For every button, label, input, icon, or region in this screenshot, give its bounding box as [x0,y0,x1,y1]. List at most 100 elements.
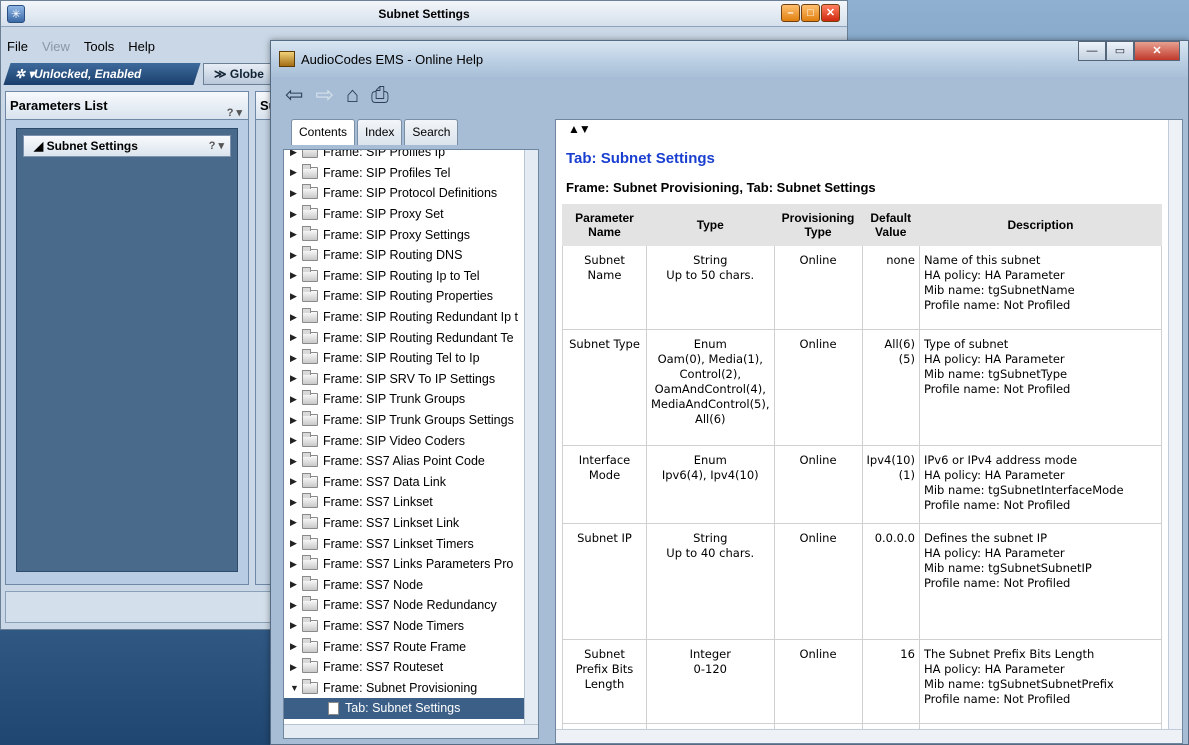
expand-arrow-icon[interactable]: ▶ [290,456,300,467]
tree-item[interactable]: ▶ Frame: SIP Routing Tel to Ip [284,348,538,369]
expand-arrow-icon[interactable]: ▶ [290,332,300,343]
tree-item[interactable]: ▶ Frame: SIP Routing Redundant Te [284,327,538,348]
help-menu-icon[interactable]: ? ▾ [209,136,224,156]
prev-next-arrows[interactable]: ▲▼ [568,122,591,136]
description-cell: IPv6 or IPv4 address mode HA policy: HA … [918,445,1163,524]
expand-arrow-icon[interactable]: ▶ [290,291,300,302]
folder-icon [302,472,318,488]
expand-arrow-icon[interactable]: ▶ [290,188,300,199]
tree-item-selected[interactable]: Tab: Subnet Settings [284,698,538,719]
expand-arrow-icon[interactable]: ▶ [290,373,300,384]
expand-arrow-icon[interactable]: ▼ [290,683,300,693]
help-menu-icon[interactable]: ? ▾ [227,99,242,127]
expand-arrow-icon[interactable]: ▶ [290,620,300,631]
tree-item[interactable]: ▶ Frame: SIP Routing Redundant Ip t [284,307,538,328]
tree-item[interactable]: ▶ Frame: SS7 Links Parameters Pro [284,554,538,575]
maximize-button[interactable]: □ [801,4,820,22]
tree-item[interactable]: ▶ Frame: SIP Routing Properties [284,286,538,307]
back-arrow-icon[interactable]: ⇦ [285,84,303,106]
close-button[interactable]: ✕ [821,4,840,22]
expand-arrow-icon[interactable]: ▶ [290,209,300,220]
tree-item[interactable]: ▶ Frame: SS7 Node [284,574,538,595]
tree-item[interactable]: ▶ Frame: SIP Protocol Definitions [284,183,538,204]
tree-item[interactable]: ▶ Frame: SS7 Alias Point Code [284,451,538,472]
menu-view[interactable]: View [42,39,70,54]
expand-arrow-icon[interactable]: ▶ [290,476,300,487]
tree-item-label: Frame: SIP Routing Redundant Te [323,330,514,345]
close-button[interactable]: ✕ [1134,41,1180,61]
tree-item-label: Frame: SS7 Alias Point Code [323,454,485,469]
folder-icon [302,163,318,179]
print-icon[interactable]: ⎙ [371,84,389,106]
expand-arrow-icon[interactable]: ▶ [290,579,300,590]
folder-icon [302,308,318,324]
tree-horizontal-scrollbar[interactable] [284,724,538,738]
expand-arrow-icon[interactable]: ▶ [290,538,300,549]
contents-tree: ▶ Frame: SIP Profiles Ip ▶ Frame: SIP Profi… [283,149,539,739]
tree-item[interactable]: ▶ Frame: SS7 Node Timers [284,616,538,637]
status-badge[interactable]: ✲ ▾ Unlocked, Enabled [3,63,201,85]
expand-arrow-icon[interactable]: ▶ [290,312,300,323]
expand-arrow-icon[interactable]: ▶ [290,250,300,261]
expand-arrow-icon[interactable]: ▶ [290,150,300,158]
subnet-settings-label: Subnet Settings [46,139,138,153]
tab-index[interactable]: Index [357,119,403,145]
description-cell: The Subnet Prefix Bits Length HA policy:… [918,639,1163,724]
expand-arrow-icon[interactable]: ▶ [290,415,300,426]
minimize-button[interactable]: — [1078,41,1106,61]
tree-item[interactable]: ▶ Frame: SIP Trunk Groups [284,389,538,410]
tree-vertical-scrollbar[interactable] [524,150,538,738]
expand-arrow-icon[interactable]: ▶ [290,270,300,281]
expand-arrow-icon[interactable]: ▶ [290,559,300,570]
tree-item-label: Frame: SS7 Linkset [323,495,433,510]
tree-item[interactable]: ▶ Frame: SS7 Node Redundancy [284,595,538,616]
expand-arrow-icon[interactable]: ▶ [290,353,300,364]
tree-item[interactable]: ▶ Frame: SIP Proxy Settings [284,224,538,245]
expand-arrow-icon[interactable]: ▶ [290,167,300,178]
home-icon[interactable]: ⌂ [346,84,359,106]
tree-item[interactable]: ▶ Frame: SS7 Route Frame [284,636,538,657]
tree-item[interactable]: ▶ Frame: SIP SRV To IP Settings [284,369,538,390]
tree-item[interactable]: ▶ Frame: SIP Trunk Groups Settings [284,410,538,431]
tree-item[interactable]: ▶ Frame: SS7 Linkset [284,492,538,513]
minimize-button[interactable]: – [781,4,800,22]
menu-tools[interactable]: Tools [84,39,114,54]
tree-item[interactable]: ▶ Frame: SS7 Linkset Timers [284,533,538,554]
tab-contents[interactable]: Contents [291,119,356,145]
folder-icon [302,225,318,241]
expand-arrow-icon[interactable]: ▶ [290,497,300,508]
tree-item[interactable]: ▼ Frame: Subnet Provisioning [284,677,538,698]
expand-arrow-icon[interactable]: ▶ [290,435,300,446]
type-cell: Enum Oam(0), Media(1), Control(2), OamAn… [646,329,775,446]
tree-item[interactable]: ▶ Frame: SIP Proxy Set [284,204,538,225]
expand-arrow-icon[interactable]: ▶ [290,600,300,611]
subnet-settings-item[interactable]: ◢ Subnet Settings ? ▾ [23,135,231,157]
tree-item[interactable]: ▶ Frame: SIP Video Coders [284,430,538,451]
tree-item[interactable]: ▶ Frame: SIP Profiles Ip [284,150,538,163]
tree-item-label: Frame: SIP Proxy Set [323,207,444,222]
tree-item-label: Frame: SS7 Links Parameters Pro [323,557,514,572]
tree-item[interactable]: ▶ Frame: SIP Routing Ip to Tel [284,266,538,287]
type-cell: Enum Ipv6(4), Ipv4(10) [646,445,775,524]
tree-item[interactable]: ▶ Frame: SIP Profiles Tel [284,163,538,184]
online-help-window: AudioCodes EMS - Online Help — ▭ ✕ ⇦ ⇨ ⌂… [270,40,1189,745]
expand-arrow-icon[interactable]: ▶ [290,641,300,652]
table-row: Interface Mode Enum Ipv6(4), Ipv4(10) Onli… [562,445,1163,524]
expand-arrow-icon[interactable]: ▶ [290,517,300,528]
folder-icon [302,431,318,447]
content-vertical-scrollbar[interactable] [1168,120,1182,743]
tree-item[interactable]: ▶ Frame: SIP Routing DNS [284,245,538,266]
expand-arrow-icon[interactable]: ▶ [290,394,300,405]
tab-search[interactable]: Search [404,119,459,145]
expand-arrow-icon[interactable]: ▶ [290,229,300,240]
forward-arrow-icon[interactable]: ⇨ [315,84,333,106]
tree-item[interactable]: ▶ Frame: SS7 Routeset [284,657,538,678]
menu-file[interactable]: File [7,39,28,54]
tree-item[interactable]: ▶ Frame: SS7 Data Link [284,472,538,493]
content-horizontal-scrollbar[interactable] [556,729,1182,743]
tree-item-label: Frame: SIP Routing Properties [323,289,493,304]
expand-arrow-icon[interactable]: ▶ [290,662,300,673]
tree-item[interactable]: ▶ Frame: SS7 Linkset Link [284,513,538,534]
maximize-button[interactable]: ▭ [1106,41,1134,61]
menu-help[interactable]: Help [128,39,155,54]
